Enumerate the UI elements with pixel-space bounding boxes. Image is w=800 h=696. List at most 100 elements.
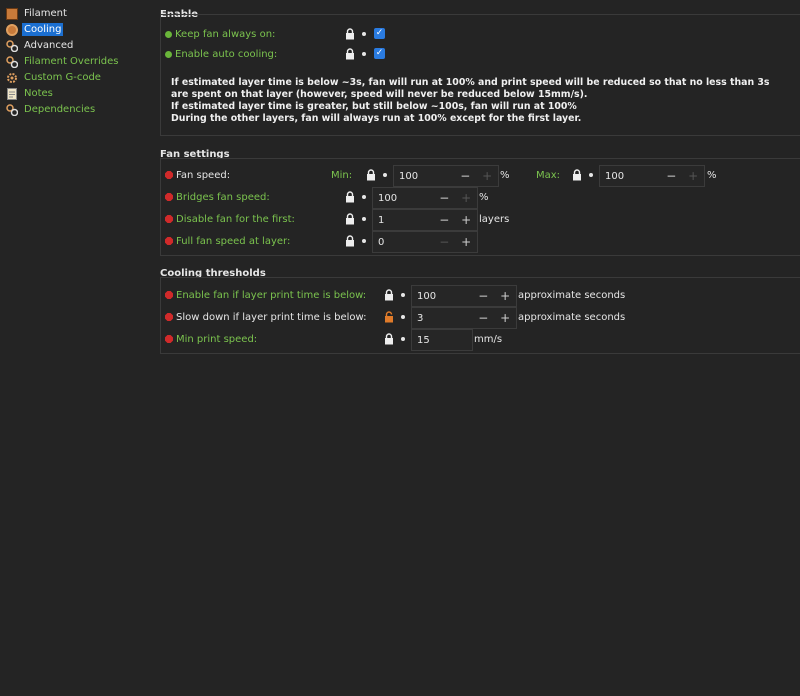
sidebar-item-label: Filament Overrides	[24, 56, 119, 67]
stepper-value[interactable]: 100	[600, 171, 660, 182]
option-label: Keep fan always on:	[175, 28, 276, 40]
option-label: Enable fan if layer print time is below:	[176, 289, 367, 301]
bridges-fan-speed-stepper[interactable]: 100 − +	[372, 187, 478, 209]
sidebar-item-custom-gcode[interactable]: Custom G-code	[6, 70, 103, 85]
min-label: Min:	[331, 170, 353, 181]
lock-icon[interactable]	[366, 169, 376, 181]
lock-icon[interactable]	[345, 213, 355, 225]
sidebar-item-filament-overrides[interactable]: Filament Overrides	[6, 54, 121, 69]
cog-icon	[6, 72, 18, 84]
system-value-bullet-icon[interactable]	[401, 315, 405, 319]
status-dot-icon	[165, 50, 172, 58]
disable-fan-first-stepper[interactable]: 1 − +	[372, 209, 478, 231]
sidebar-item-label: Dependencies	[24, 104, 96, 115]
stepper-value[interactable]: 0	[373, 237, 433, 248]
description-line: are spent on that layer (however, speed …	[171, 89, 588, 100]
increment-button[interactable]: +	[455, 235, 477, 249]
notes-icon	[6, 87, 18, 100]
option-label: Min print speed:	[176, 333, 258, 345]
unit-label: mm/s	[474, 334, 503, 345]
sidebar-item-cooling[interactable]: Cooling	[6, 22, 64, 37]
option-label: Bridges fan speed:	[176, 191, 270, 203]
stepper-value[interactable]: 1	[373, 215, 433, 226]
sidebar: Filament Cooling Advanced Filament Overr…	[0, 0, 156, 696]
option-enable-fan-layer-time: Enable fan if layer print time is below:	[165, 285, 366, 305]
system-value-bullet-icon[interactable]	[362, 217, 366, 221]
decrement-button[interactable]: −	[472, 289, 494, 303]
spool-icon	[6, 7, 18, 20]
system-value-bullet-icon[interactable]	[383, 173, 387, 177]
system-value-bullet-icon[interactable]	[589, 173, 593, 177]
decrement-button[interactable]: −	[454, 169, 476, 183]
system-value-bullet-icon[interactable]	[362, 239, 366, 243]
status-dot-icon	[165, 171, 173, 179]
decrement-button[interactable]: −	[433, 191, 455, 205]
option-label: Slow down if layer print time is below:	[176, 311, 367, 323]
option-bridges-fan-speed: Bridges fan speed:	[165, 187, 270, 207]
min-print-speed-input[interactable]: 15	[411, 329, 473, 351]
increment-button[interactable]: +	[476, 169, 498, 183]
auto-cooling-checkbox[interactable]: ✓	[374, 48, 385, 59]
cooling-description: If estimated layer time is below ~3s, fa…	[171, 77, 770, 125]
system-value-bullet-icon[interactable]	[362, 52, 366, 56]
input-value[interactable]: 15	[412, 335, 472, 346]
stepper-value[interactable]: 100	[394, 171, 454, 182]
decrement-button[interactable]: −	[433, 213, 455, 227]
sidebar-item-label: Cooling	[22, 23, 64, 36]
gears-icon	[6, 103, 19, 116]
sidebar-item-advanced[interactable]: Advanced	[6, 38, 75, 53]
lock-icon[interactable]	[345, 191, 355, 203]
fan-icon	[6, 23, 18, 36]
increment-button[interactable]: +	[494, 311, 516, 325]
system-value-bullet-icon[interactable]	[362, 195, 366, 199]
status-dot-icon	[165, 193, 173, 201]
unit-label: layers	[479, 214, 510, 225]
option-disable-fan-first-layers: Disable fan for the first:	[165, 209, 295, 229]
option-enable-auto-cooling: Enable auto cooling:	[165, 44, 277, 64]
decrement-button[interactable]: −	[433, 235, 455, 249]
enable-fan-threshold-stepper[interactable]: 100 − +	[411, 285, 517, 307]
option-keep-fan-always-on: Keep fan always on:	[165, 24, 275, 44]
increment-button[interactable]: +	[455, 191, 477, 205]
option-label: Enable auto cooling:	[175, 48, 278, 60]
decrement-button[interactable]: −	[660, 169, 682, 183]
system-value-bullet-icon[interactable]	[401, 293, 405, 297]
lock-icon[interactable]	[572, 169, 582, 181]
sidebar-item-dependencies[interactable]: Dependencies	[6, 102, 97, 117]
description-line: During the other layers, fan will always…	[171, 113, 582, 124]
option-min-print-speed: Min print speed:	[165, 329, 257, 349]
increment-button[interactable]: +	[494, 289, 516, 303]
increment-button[interactable]: +	[455, 213, 477, 227]
lock-icon[interactable]	[384, 289, 394, 301]
unit-label: %	[479, 192, 489, 203]
fan-speed-max-stepper[interactable]: 100 − +	[599, 165, 705, 187]
unlocked-lock-icon[interactable]	[384, 311, 394, 323]
stepper-value[interactable]: 100	[412, 291, 472, 302]
status-dot-icon	[165, 313, 173, 321]
sidebar-item-filament[interactable]: Filament	[6, 6, 69, 21]
lock-icon[interactable]	[345, 235, 355, 247]
system-value-bullet-icon[interactable]	[362, 32, 366, 36]
sidebar-item-label: Advanced	[24, 40, 74, 51]
unit-label: approximate seconds	[518, 312, 626, 323]
keep-fan-checkbox[interactable]: ✓	[374, 28, 385, 39]
lock-icon[interactable]	[345, 28, 355, 40]
increment-button[interactable]: +	[682, 169, 704, 183]
option-label: Fan speed:	[176, 169, 231, 181]
sidebar-item-notes[interactable]: Notes	[6, 86, 55, 101]
full-fan-speed-layer-stepper[interactable]: 0 − +	[372, 231, 478, 253]
slow-down-threshold-stepper[interactable]: 3 − +	[411, 307, 517, 329]
fan-speed-min-stepper[interactable]: 100 − +	[393, 165, 499, 187]
option-label: Disable fan for the first:	[176, 213, 295, 225]
status-dot-icon	[165, 335, 173, 343]
decrement-button[interactable]: −	[472, 311, 494, 325]
stepper-value[interactable]: 100	[373, 193, 433, 204]
status-dot-icon	[165, 30, 172, 38]
lock-icon[interactable]	[345, 48, 355, 60]
stepper-value[interactable]: 3	[412, 313, 472, 324]
option-label: Full fan speed at layer:	[176, 235, 291, 247]
lock-icon[interactable]	[384, 333, 394, 345]
sidebar-item-label: Custom G-code	[24, 72, 101, 83]
gears-icon	[6, 55, 19, 68]
system-value-bullet-icon[interactable]	[401, 337, 405, 341]
